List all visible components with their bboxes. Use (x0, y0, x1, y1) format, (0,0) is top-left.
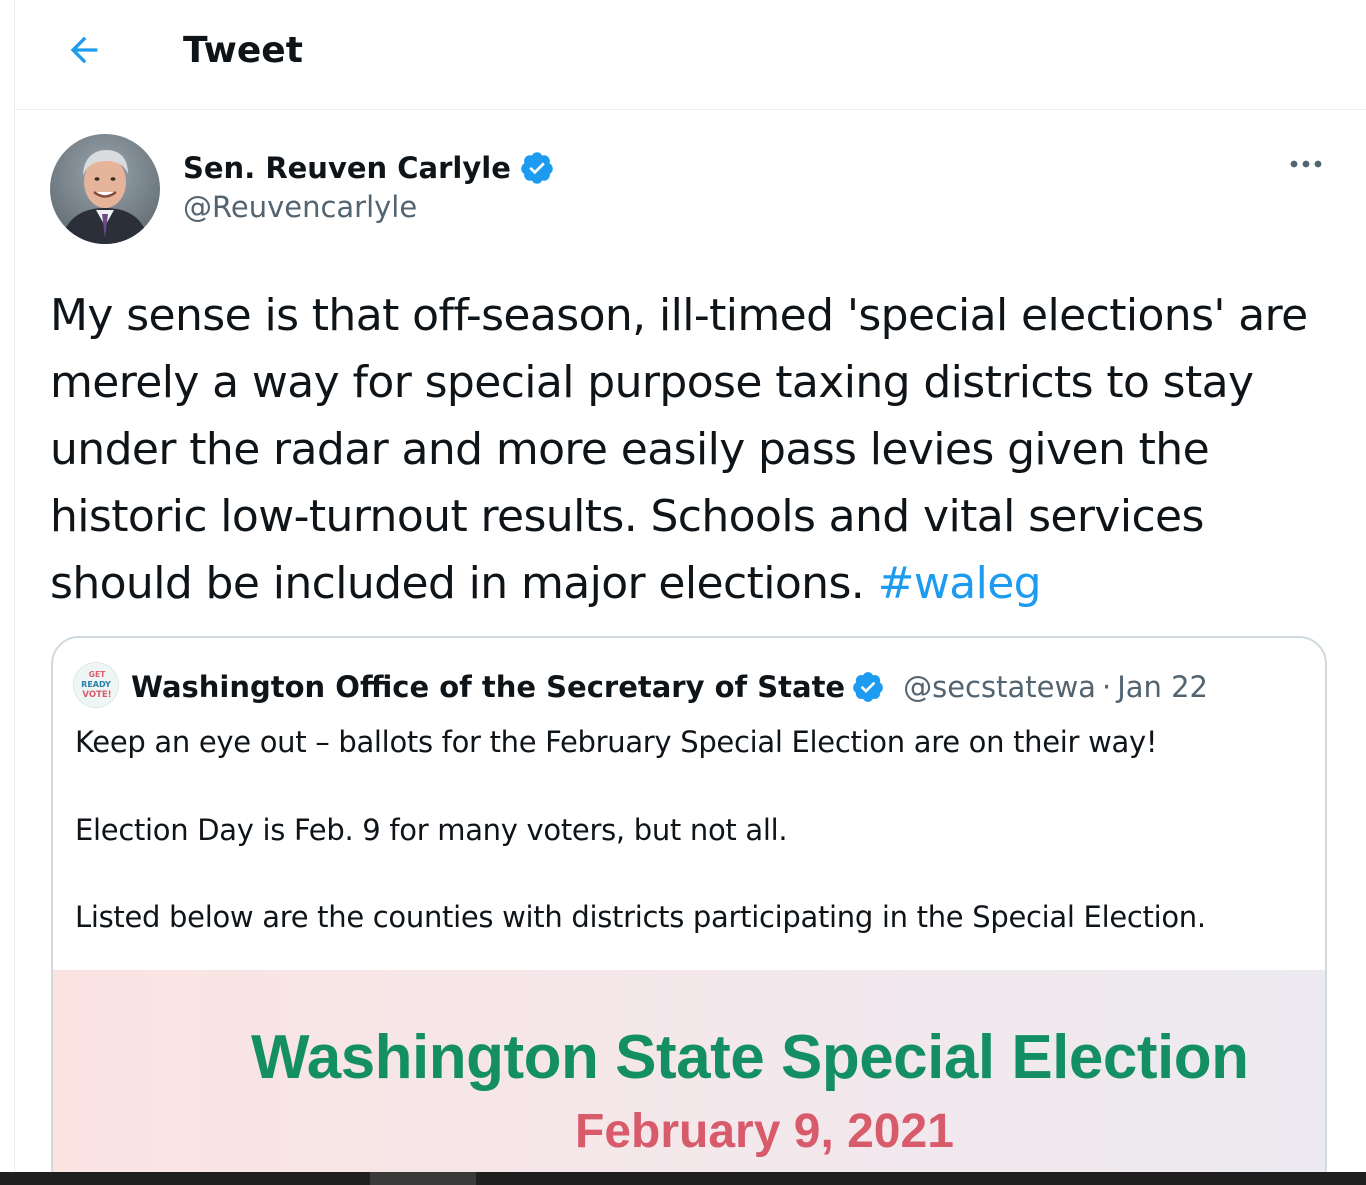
verified-badge-icon (853, 672, 883, 702)
page: Tweet Sen. Reuven Carlyle @Reuvencarlyle… (0, 0, 1366, 1185)
back-button[interactable] (57, 25, 111, 75)
author-name[interactable]: Sen. Reuven Carlyle (183, 151, 511, 185)
more-options-button[interactable] (1283, 144, 1329, 184)
logo-line-1: GET (89, 670, 106, 679)
media-title: Washington State Special Election (251, 1023, 1249, 1092)
quoted-date: Jan 22 (1117, 670, 1209, 704)
tweet-text: My sense is that off-season, ill-timed '… (50, 282, 1340, 617)
author-avatar[interactable] (50, 134, 160, 244)
quoted-author-handle: @secstatewa (903, 670, 1096, 704)
tweet-body: My sense is that off-season, ill-timed '… (50, 290, 1308, 609)
verified-badge-icon (521, 152, 553, 184)
quoted-text-line: Election Day is Feb. 9 for many voters, … (75, 813, 788, 847)
separator-dot: · (1101, 670, 1112, 704)
page-header: Tweet (15, 0, 1366, 110)
get-ready-vote-logo: GET READY VOTE! (75, 664, 118, 707)
quoted-author-name: Washington Office of the Secretary of St… (131, 670, 846, 704)
quoted-avatar: GET READY VOTE! (73, 662, 119, 708)
quoted-header: Washington Office of the Secretary of St… (131, 664, 1208, 710)
media-date: February 9, 2021 (575, 1105, 954, 1158)
quoted-tweet[interactable]: GET READY VOTE! Washington Office of the… (51, 636, 1327, 1185)
quoted-media-image[interactable]: Washington State Special Election Februa… (53, 970, 1325, 1185)
logo-line-2: READY (81, 680, 111, 689)
page-title: Tweet (183, 30, 303, 71)
os-taskbar-strip (0, 1172, 1366, 1185)
ellipsis-icon (1290, 160, 1322, 168)
logo-line-3: VOTE! (82, 690, 111, 700)
quoted-text-line: Keep an eye out – ballots for the Februa… (75, 725, 1158, 759)
main-column: Tweet Sen. Reuven Carlyle @Reuvencarlyle… (14, 0, 1366, 1185)
taskbar-highlight (370, 1172, 476, 1185)
quoted-text-line: Listed below are the counties with distr… (75, 900, 1206, 934)
avatar-photo (50, 134, 160, 244)
author-handle[interactable]: @Reuvencarlyle (183, 190, 417, 224)
author-name-row: Sen. Reuven Carlyle (183, 146, 555, 190)
arrow-left-icon (70, 36, 98, 64)
hashtag-link[interactable]: #waleg (878, 558, 1042, 609)
